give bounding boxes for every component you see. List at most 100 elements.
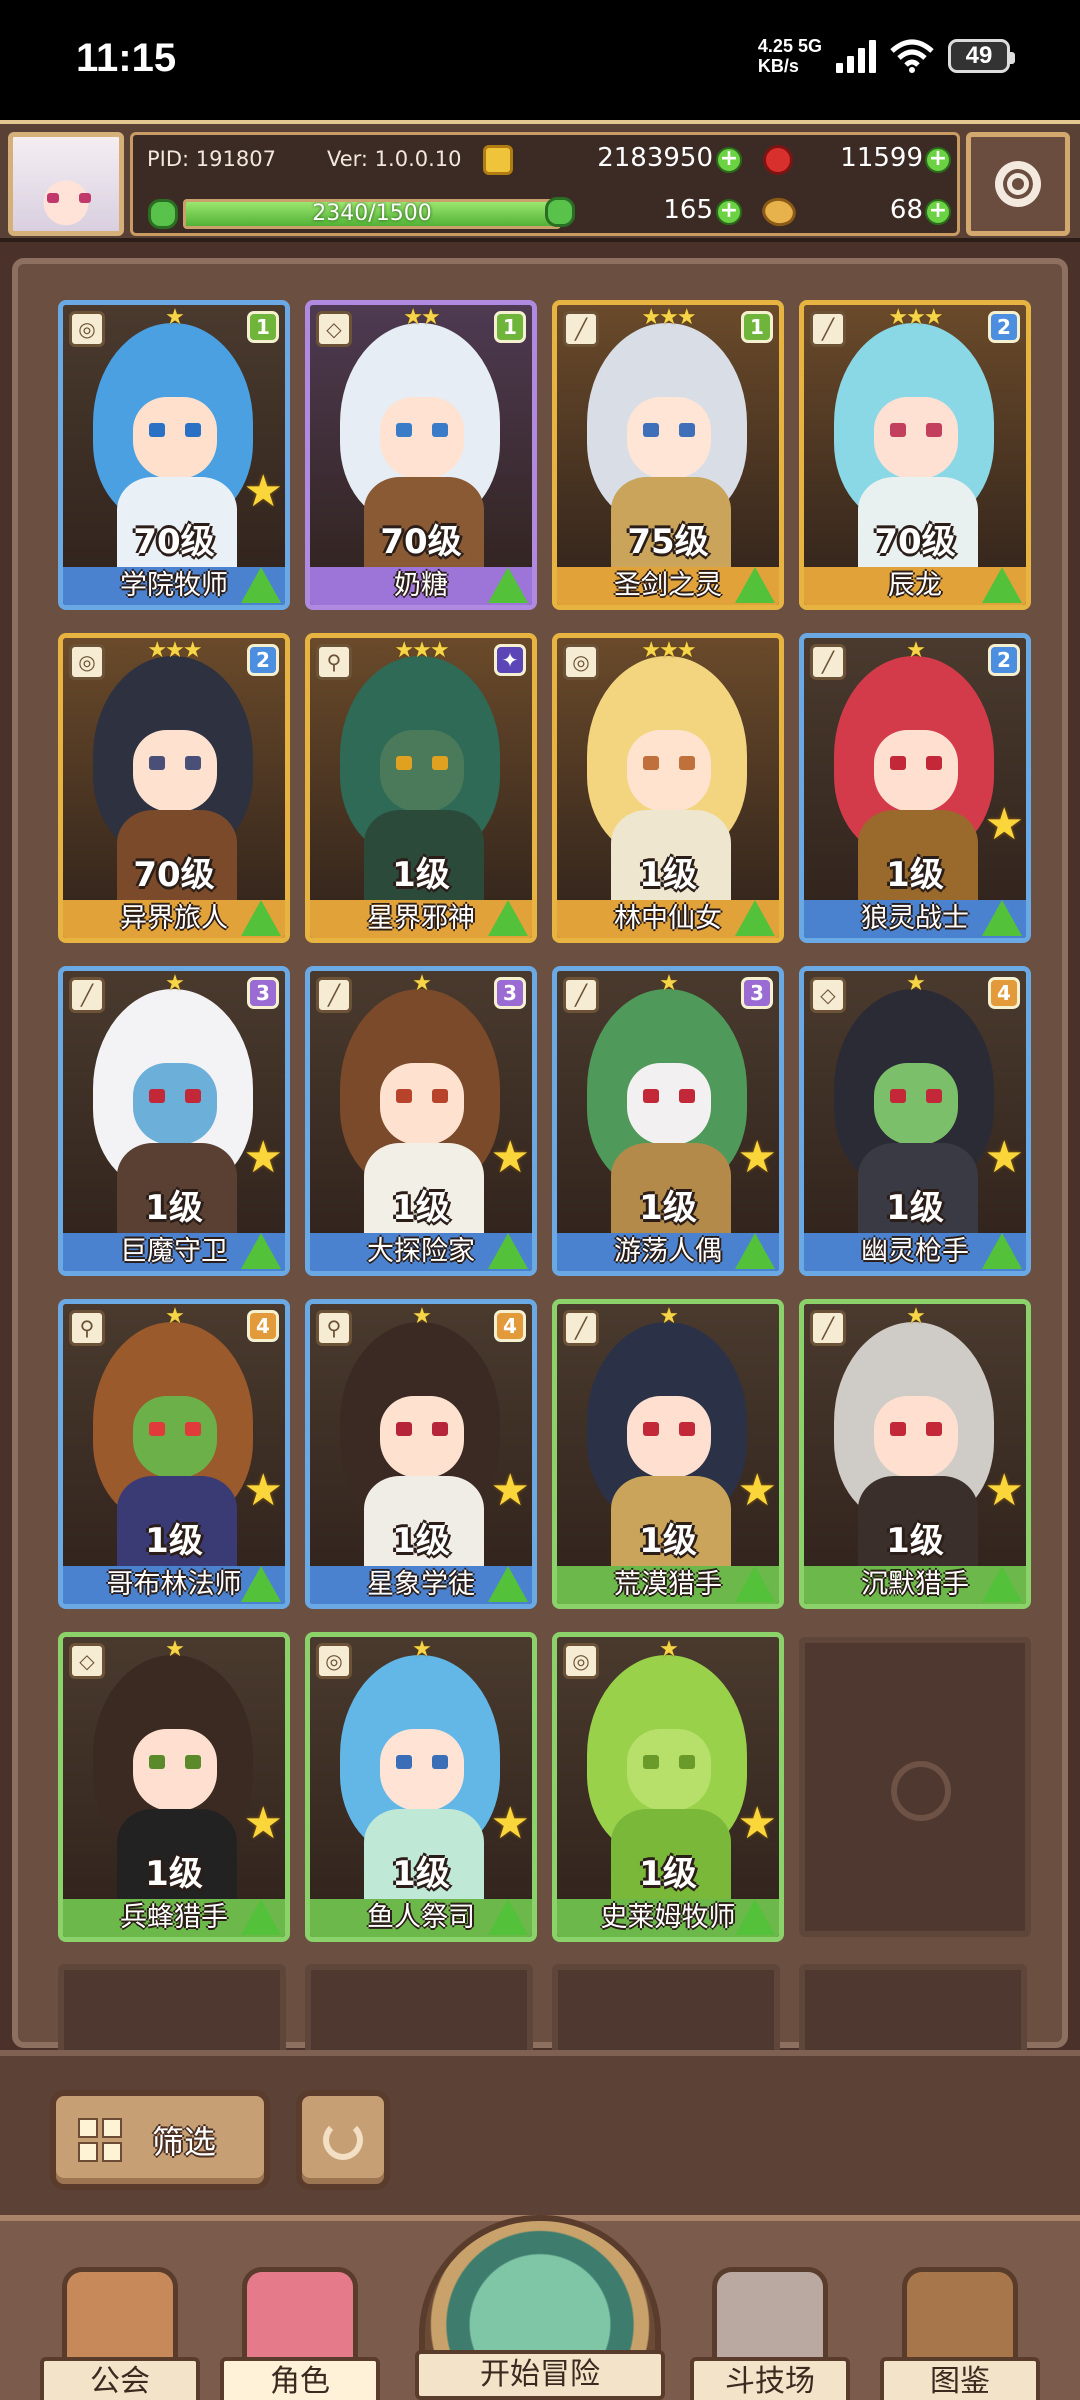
nav-arena[interactable]: 斗技场 [690,2257,850,2400]
settings-button[interactable] [966,132,1070,236]
refresh-icon [323,2120,363,2160]
red-gem-icon [763,145,793,175]
character-card[interactable]: ◎ ★ 1 70级 ★ 学院牧师 [58,300,290,610]
star-upgrade-icon: ★ [737,1798,777,1849]
level-up-arrow-icon[interactable] [982,1566,1022,1602]
book-icon [902,2267,1018,2367]
nav-arena-label: 斗技场 [690,2357,850,2400]
level-up-arrow-icon[interactable] [488,1233,528,1269]
character-card[interactable]: ╱ ★★★ 2 70级 辰龙 [799,300,1031,610]
level-up-arrow-icon[interactable] [488,900,528,936]
character-level: 1级 [639,855,697,895]
character-card[interactable]: ⚲ ★ 4 1级 ★ 哥布林法师 [58,1299,290,1609]
add-gold-button[interactable]: + [716,147,742,173]
rank-badge: 1 [494,311,526,343]
level-up-arrow-icon[interactable] [735,567,775,603]
rank-badge: 3 [247,977,279,1009]
network-type: 5G [797,36,822,56]
character-card[interactable]: ◇ ★ 4 1级 ★ 幽灵枪手 [799,966,1031,1276]
rank-badge: 2 [988,311,1020,343]
character-card[interactable]: ╱ ★ 2 1级 ★ 狼灵战士 [799,633,1031,943]
character-card[interactable]: ⚲ ★★★ ✦ 1级 星界邪神 [305,633,537,943]
level-up-arrow-icon[interactable] [241,900,281,936]
star-rating: ★ [906,1304,926,1329]
clover-icon [545,197,575,227]
signal-icon [836,39,876,73]
character-icon [242,2267,358,2367]
character-level: 70级 [133,855,215,895]
character-frame: ◎ ★ 1 70级 ★ 学院牧师 ◇ ★★ 1 70级 奶糖 ╱ ★★★ 1 7… [12,258,1068,2074]
level-up-arrow-icon[interactable] [735,1566,775,1602]
start-adventure-button[interactable]: 开始冒险 [405,2215,675,2400]
nav-codex-label: 图鉴 [880,2357,1040,2400]
filter-button[interactable]: 筛选 [50,2090,270,2190]
level-up-arrow-icon[interactable] [735,1233,775,1269]
gem-value: 11599 [840,143,923,173]
character-level: 1级 [886,1188,944,1228]
level-up-arrow-icon[interactable] [241,1899,281,1935]
battery-icon: 49 [948,39,1015,73]
game-version: Ver: 1.0.0.10 [327,147,462,171]
start-adventure-label: 开始冒险 [415,2350,665,2400]
character-card[interactable]: ◎ ★ 1级 ★ 史莱姆牧师 [552,1632,784,1942]
level-up-arrow-icon[interactable] [735,900,775,936]
network-speed: 4.25 5G KB/s [758,36,822,76]
level-up-arrow-icon[interactable] [735,1899,775,1935]
star-rating: ★★★ [641,638,696,663]
player-avatar[interactable] [8,132,124,236]
level-up-arrow-icon[interactable] [982,1233,1022,1269]
nav-codex[interactable]: 图鉴 [880,2257,1040,2400]
star-rating: ★ [165,1637,185,1662]
level-up-arrow-icon[interactable] [488,1899,528,1935]
level-up-arrow-icon[interactable] [241,1233,281,1269]
character-level: 1级 [392,1188,450,1228]
filter-bar: 筛选 [0,2050,1080,2215]
rank-badge: 2 [988,644,1020,676]
star-upgrade-icon: ★ [490,1465,530,1516]
level-up-arrow-icon[interactable] [982,900,1022,936]
status-indicators: 4.25 5G KB/s 49 [758,36,1015,76]
add-bread-button[interactable]: + [925,199,951,225]
player-id: PID: 191807 [147,147,276,171]
add-clover-button[interactable]: + [716,199,742,225]
paw-emblem-icon [891,1761,951,1821]
refresh-button[interactable] [296,2090,390,2190]
character-panel: ◎ ★ 1 70级 ★ 学院牧师 ◇ ★★ 1 70级 奶糖 ╱ ★★★ 1 7… [0,242,1080,2074]
level-up-arrow-icon[interactable] [488,567,528,603]
star-rating: ★ [412,1637,432,1662]
level-up-arrow-icon[interactable] [241,1566,281,1602]
star-upgrade-icon: ★ [737,1132,777,1183]
character-card[interactable]: ╱ ★ 1级 ★ 沉默猎手 [799,1299,1031,1609]
exp-bar: 2340/1500 [183,199,561,229]
level-up-arrow-icon[interactable] [982,567,1022,603]
character-card[interactable]: ◇ ★ 1级 ★ 兵蜂猎手 [58,1632,290,1942]
character-card[interactable]: ◎ ★★★ 2 70级 异界旅人 [58,633,290,943]
character-card[interactable]: ◎ ★★★ 1级 林中仙女 [552,633,784,943]
gold-coin-icon [483,145,513,175]
character-card[interactable]: ╱ ★ 3 1级 ★ 巨魔守卫 [58,966,290,1276]
guild-house-icon [62,2267,178,2367]
character-card[interactable]: ⚲ ★ 4 1级 ★ 星象学徒 [305,1299,537,1609]
resource-panel: PID: 191807 Ver: 1.0.0.10 2183950 + 1159… [130,132,960,236]
character-card[interactable]: ╱ ★ 3 1级 ★ 游荡人偶 [552,966,784,1276]
nav-guild[interactable]: 公会 [40,2257,200,2400]
nav-character[interactable]: 角色 [220,2257,380,2400]
star-upgrade-icon: ★ [984,799,1024,850]
player-header: PID: 191807 Ver: 1.0.0.10 2183950 + 1159… [0,120,1080,242]
level-up-arrow-icon[interactable] [488,1566,528,1602]
character-card[interactable]: ╱ ★ 1级 ★ 荒漠猎手 [552,1299,784,1609]
rank-badge: 2 [247,644,279,676]
status-time: 11:15 [76,36,177,80]
add-gem-button[interactable]: + [925,147,951,173]
character-card[interactable]: ◎ ★ 1级 ★ 鱼人祭司 [305,1632,537,1942]
battery-level: 49 [965,42,993,69]
character-card[interactable]: ◇ ★★ 1 70级 奶糖 [305,300,537,610]
character-card[interactable]: ╱ ★ 3 1级 ★ 大探险家 [305,966,537,1276]
exp-clover-icon [148,199,178,229]
star-upgrade-icon: ★ [243,466,283,517]
level-up-arrow-icon[interactable] [241,567,281,603]
star-upgrade-icon: ★ [490,1798,530,1849]
character-level: 70级 [380,522,462,562]
star-upgrade-icon: ★ [243,1798,283,1849]
character-card[interactable]: ╱ ★★★ 1 75级 圣剑之灵 [552,300,784,610]
